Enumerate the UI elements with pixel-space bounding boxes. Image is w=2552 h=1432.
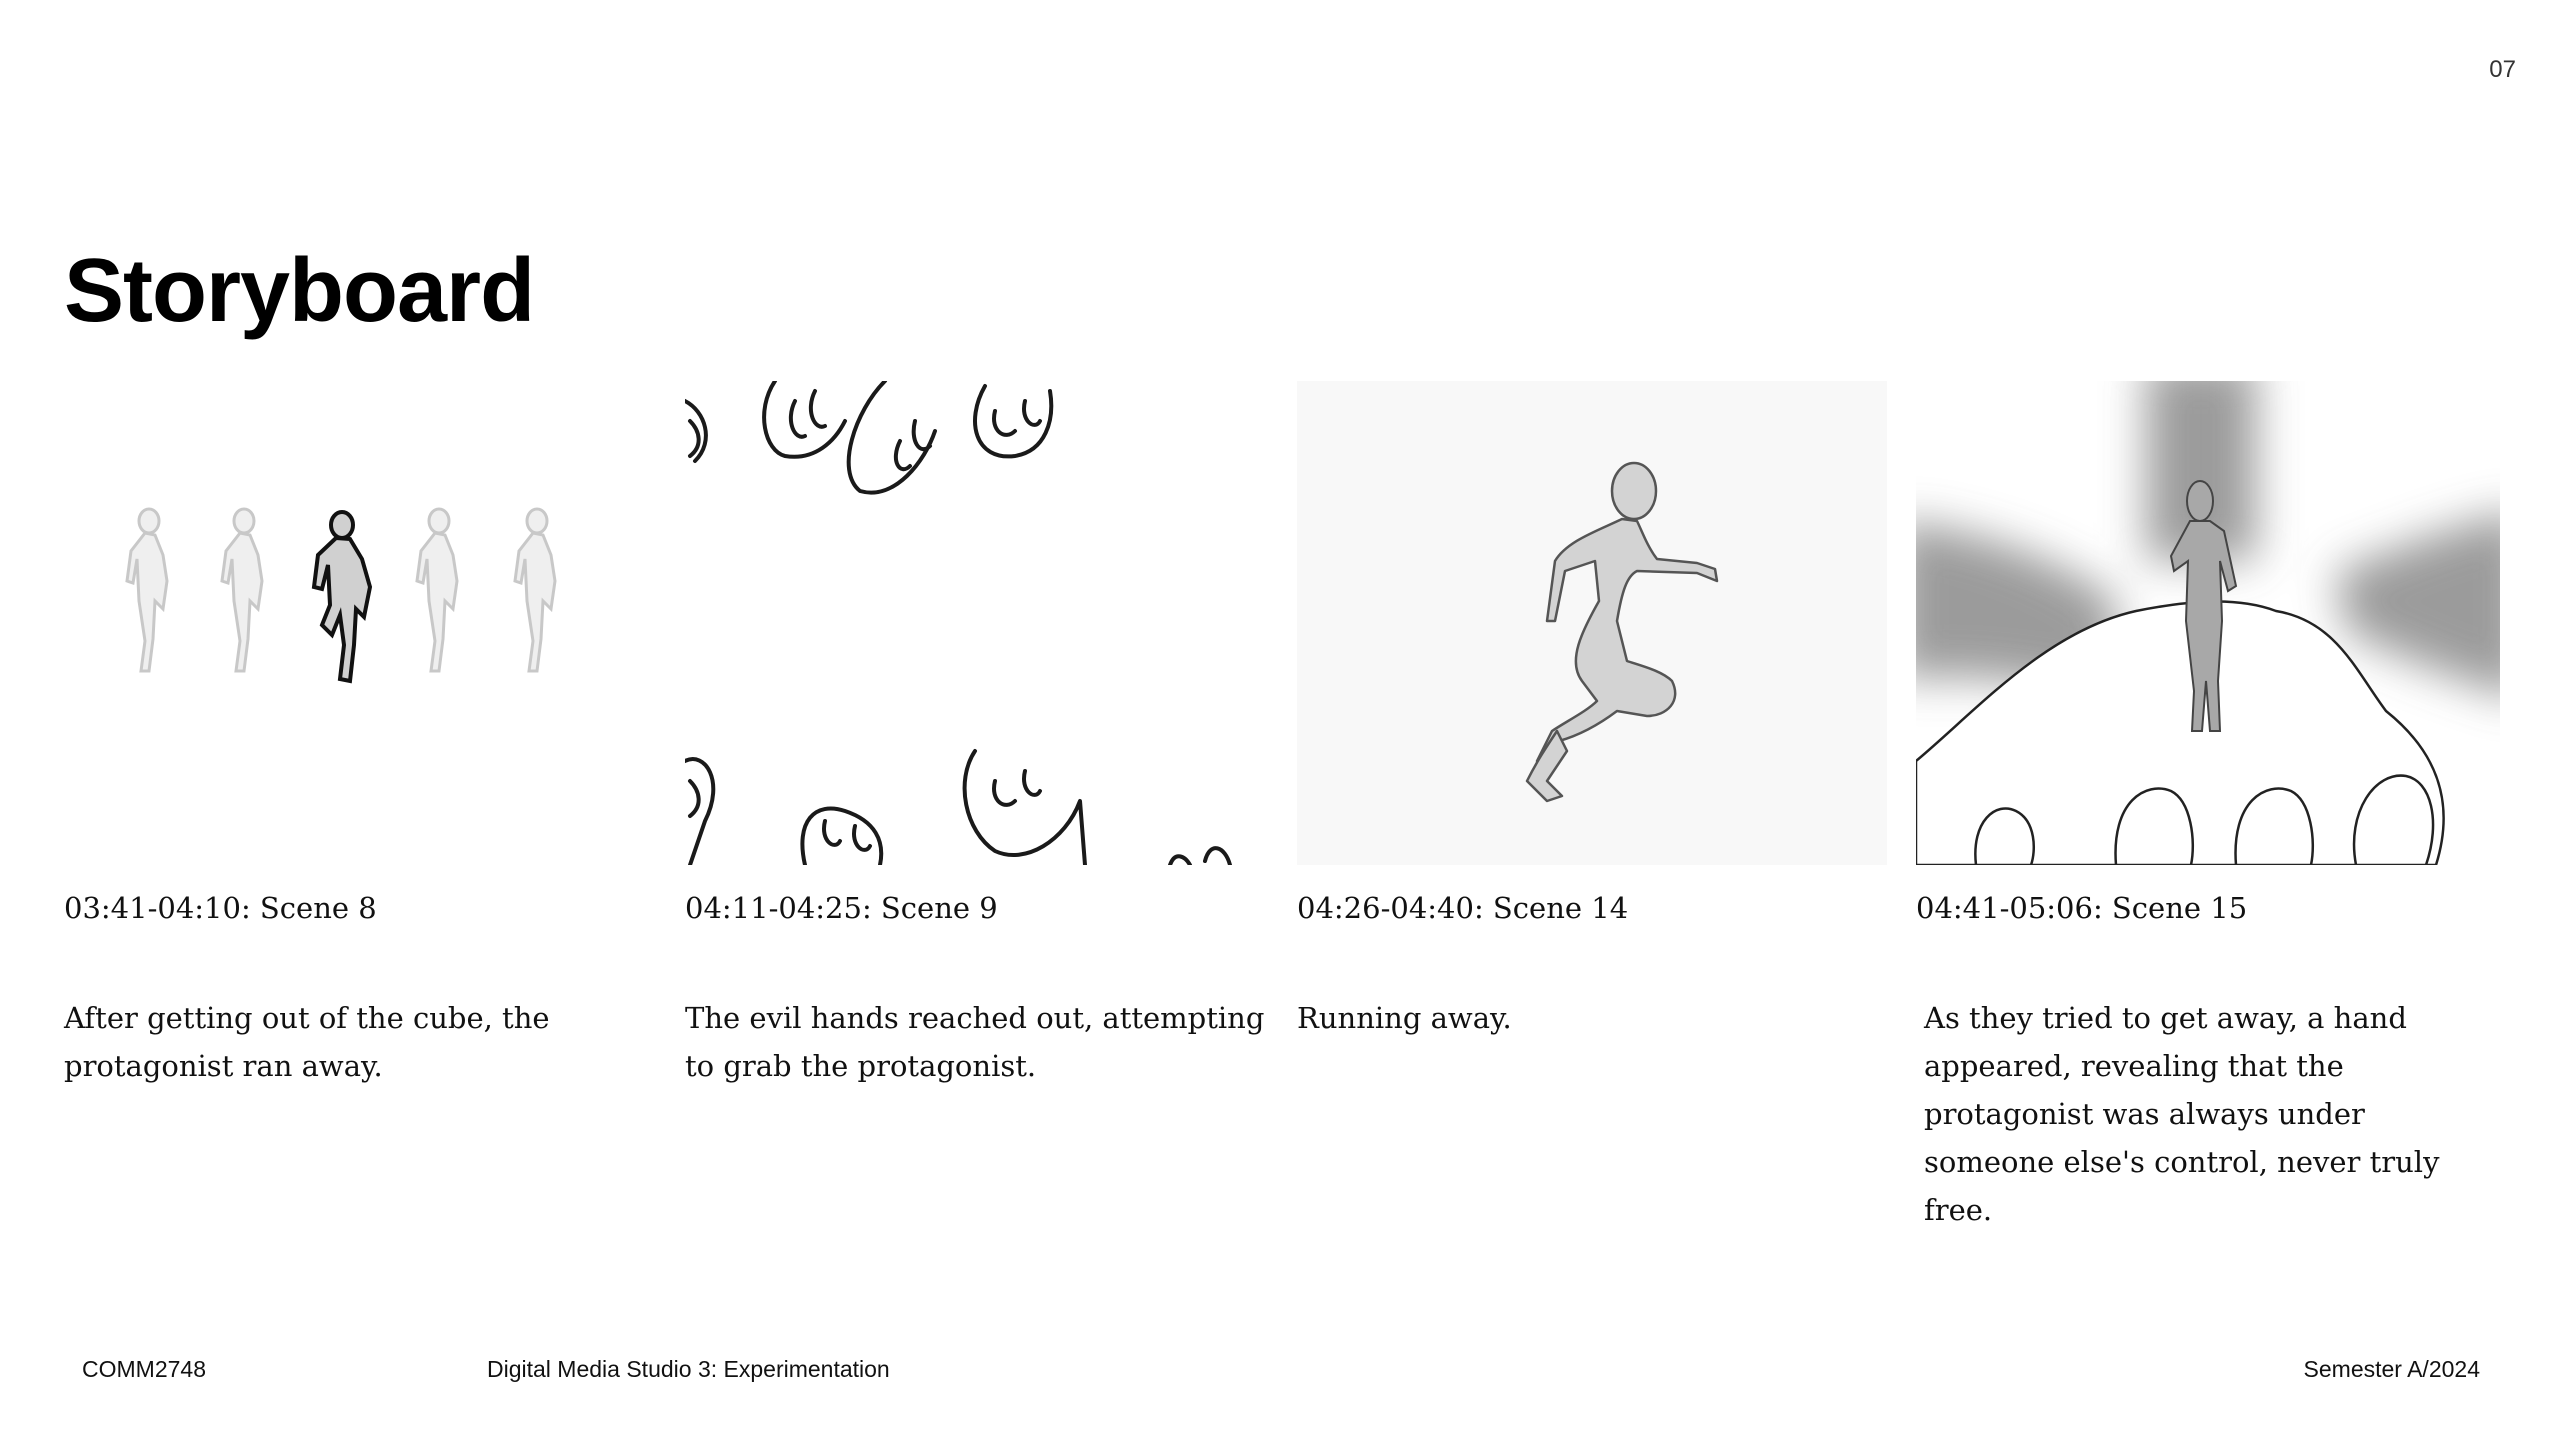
storyboard-panel-3: 04:26-04:40: Scene 14 Running away. (1297, 381, 1887, 1042)
figure-on-giant-hand-sketch-icon (1916, 381, 2500, 865)
reaching-hands-sketch-icon (685, 381, 1232, 865)
course-name: Digital Media Studio 3: Experimentation (487, 1356, 890, 1382)
scene-timecode: 03:41-04:10: Scene 8 (64, 891, 377, 925)
page-number: 07 (2489, 56, 2516, 83)
scene-timecode: 04:26-04:40: Scene 14 (1297, 891, 1629, 925)
scene-timecode: 04:11-04:25: Scene 9 (685, 891, 998, 925)
scene-description: The evil hands reached out, attempting t… (685, 1000, 1265, 1083)
running-figures-sketch-icon (125, 507, 557, 684)
page-title: Storyboard (64, 241, 535, 341)
scene-9-image (685, 381, 1265, 865)
semester-label: Semester A/2024 (2303, 1356, 2480, 1382)
scene-15-image (1916, 381, 2500, 865)
scene-description: After getting out of the cube, the prota… (64, 1000, 550, 1083)
storyboard-panel-2: 04:11-04:25: Scene 9 The evil hands reac… (685, 381, 1265, 1090)
scene-description: As they tried to get away, a hand appear… (1924, 1000, 2440, 1227)
storyboard-panel-1: 03:41-04:10: Scene 8 After getting out o… (64, 381, 624, 1090)
scene-8-image (64, 381, 624, 865)
course-code: COMM2748 (82, 1356, 206, 1382)
scene-timecode: 04:41-05:06: Scene 15 (1916, 891, 2248, 925)
scene-14-image (1297, 381, 1887, 865)
running-person-sketch-icon (1297, 381, 1887, 865)
scene-description: Running away. (1297, 1000, 1512, 1035)
storyboard-panel-4: 04:41-05:06: Scene 15 As they tried to g… (1916, 381, 2500, 1234)
